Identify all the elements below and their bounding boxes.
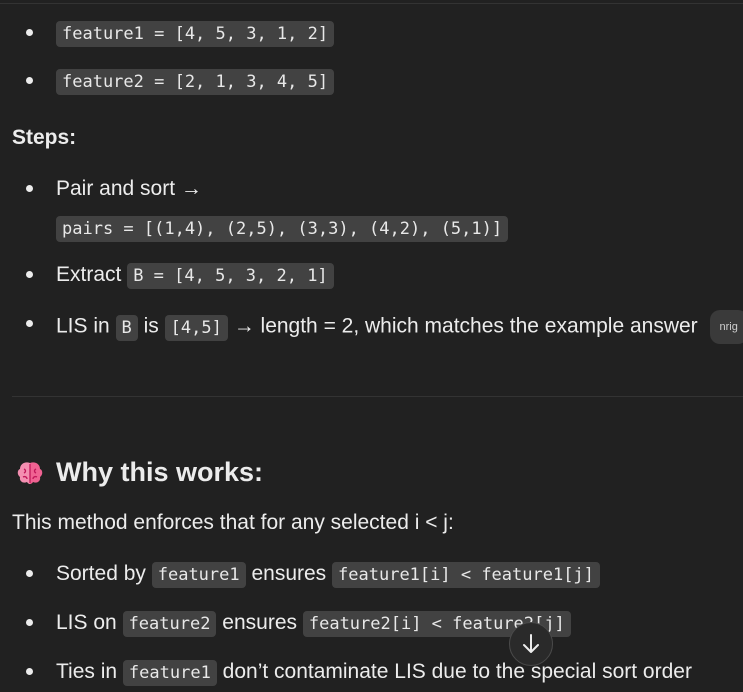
ties-rest: don’t contaminate LIS due to the special… — [222, 660, 692, 683]
extract-label: Extract — [56, 263, 122, 286]
code-feature1: feature1 = [4, 5, 3, 1, 2] — [56, 21, 335, 47]
why-intro: This method enforces that for any select… — [12, 511, 454, 534]
arrow-down-icon — [523, 634, 539, 653]
bullet — [26, 29, 33, 36]
steps-heading: Steps: — [12, 126, 77, 149]
ensures-label: ensures — [251, 562, 327, 585]
code-lis-result: [4,5] — [164, 314, 228, 341]
code-lis-b: B — [115, 314, 138, 341]
bullet — [26, 185, 33, 192]
pair-label: Pair and sort → — [56, 177, 202, 200]
code-feature1-ties: feature1 — [122, 660, 217, 686]
code-feature2: feature2 = [2, 1, 3, 4, 5] — [56, 69, 335, 95]
ensures-label: ensures — [222, 611, 298, 634]
code-extract: B = [4, 5, 3, 2, 1] — [127, 263, 334, 289]
bullet — [26, 320, 33, 327]
ties-label: Ties in — [56, 660, 118, 683]
citation-chip[interactable]: nrig — [709, 310, 743, 344]
code-feature2-ref: feature2 — [122, 611, 217, 637]
bullet — [26, 668, 33, 675]
bullet — [26, 77, 33, 84]
chat-message: feature1 = [4, 5, 3, 1, 2] feature2 = [2… — [0, 0, 743, 692]
code-pairs: pairs = [(1,4), (2,5), (3,3), (4,2), (5,… — [56, 216, 509, 242]
code-feature1-ref: feature1 — [151, 562, 246, 588]
lis-label-1: LIS in — [56, 314, 110, 338]
section-divider — [12, 396, 743, 397]
lis-label-3: → length = 2, which matches the example … — [233, 314, 698, 338]
why-heading: Why this works: — [16, 457, 263, 488]
scroll-to-bottom-button[interactable] — [509, 622, 553, 666]
top-divider — [0, 3, 743, 4]
lis-label-2: is — [143, 314, 159, 338]
sorted-label: Sorted by — [56, 562, 146, 585]
bullet — [26, 271, 33, 278]
why-heading-text: Why this works: — [56, 457, 264, 487]
bullet — [26, 570, 33, 577]
code-feature1-compare: feature1[i] < feature1[j] — [332, 562, 600, 588]
brain-emoji-icon — [17, 461, 43, 484]
bullet — [26, 619, 33, 626]
lis-on-label: LIS on — [56, 611, 117, 634]
